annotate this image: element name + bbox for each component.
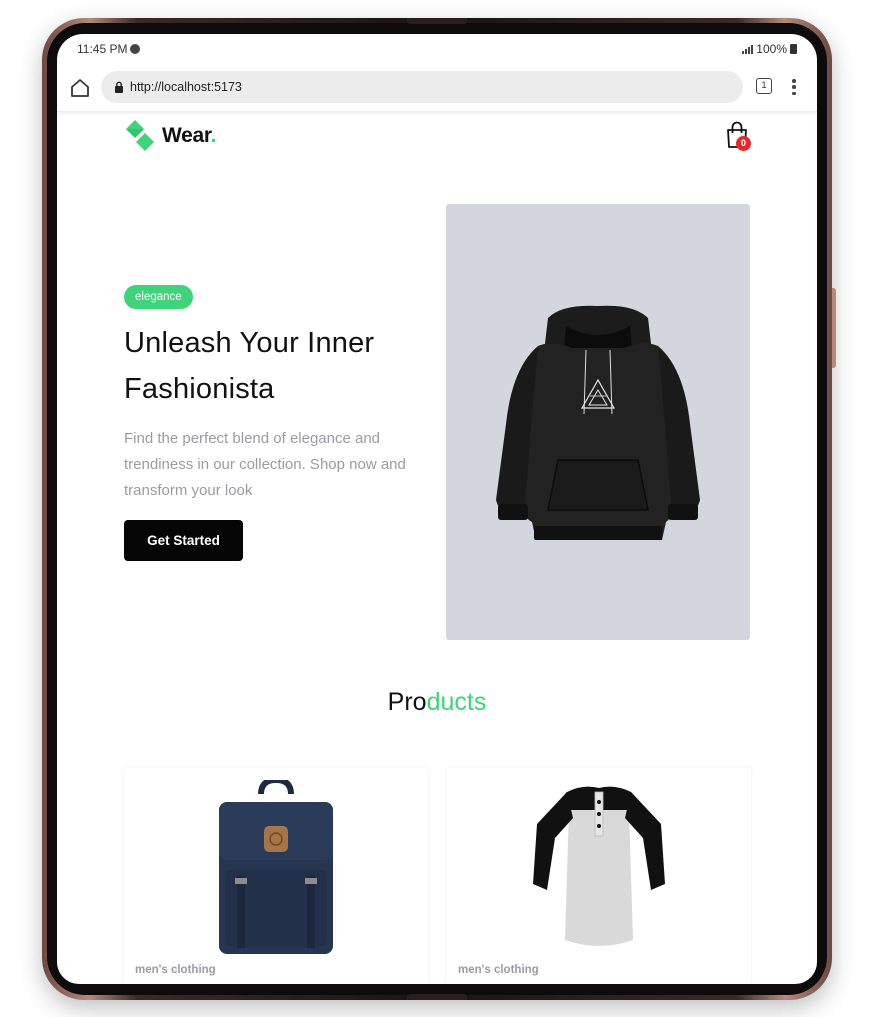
status-time: 11:45 PM [77,42,141,56]
logo-chevron-icon [126,120,154,151]
battery-icon [790,44,797,54]
products-heading-dark: Pro [387,688,427,716]
hero-badge: elegance [124,285,193,309]
product-category: men's clothing [458,964,539,976]
url-text: http://localhost:5173 [130,80,242,94]
hero-section: elegance Unleash Your Inner Fashionista … [57,168,817,668]
device-side-button [832,288,836,368]
cart-count-badge: 0 [736,136,751,151]
hero-description: Find the perfect blend of elegance and t… [124,430,406,499]
url-bar[interactable]: http://localhost:5173 [101,71,743,103]
status-bar: 11:45 PM 100% [57,34,817,62]
logo-text: Wear. [162,124,216,148]
tab-switcher-button[interactable]: 1 [756,78,772,94]
products-heading-accent: ducts [426,688,487,716]
logo-word: Wear [162,124,211,147]
lock-icon [115,81,123,93]
hoodie-image [496,305,700,540]
raglan-shirt-image [533,786,665,946]
product-card[interactable]: men's clothing [124,768,428,984]
device-hinge-top [407,18,467,24]
hero-title: Unleash Your Inner Fashionista [124,327,375,405]
device-hinge-bottom [407,994,467,1000]
product-category: men's clothing [135,964,216,976]
logo-dot: . [210,124,217,147]
spotify-icon [130,44,141,54]
signal-icon [742,44,754,54]
products-heading: Products [57,688,817,717]
home-icon[interactable] [69,77,91,99]
overflow-menu-icon[interactable] [790,77,798,97]
browser-toolbar: http://localhost:5173 1 [57,64,817,112]
get-started-button[interactable]: Get Started [124,520,243,561]
hero-image [446,204,750,640]
site-header: Wear. 0 [57,112,817,168]
product-card[interactable]: men's clothing [447,768,751,984]
backpack-image [219,780,333,954]
status-time-text: 11:45 PM [77,42,128,56]
status-right: 100% [742,42,797,56]
screen: 11:45 PM 100% http://localhost:5173 1 We… [57,34,817,984]
logo[interactable]: Wear. [124,120,216,152]
battery-percent: 100% [756,42,787,56]
